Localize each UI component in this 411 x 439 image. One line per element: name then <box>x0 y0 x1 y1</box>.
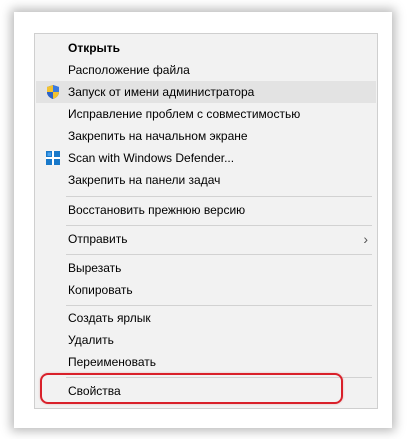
menu-item-label: Исправление проблем с совместимостью <box>68 107 301 121</box>
menu-item-file-location[interactable]: Расположение файла <box>36 59 376 81</box>
menu-item-compatibility-troubleshoot[interactable]: Исправление проблем с совместимостью <box>36 103 376 125</box>
menu-item-label: Переименовать <box>68 355 156 369</box>
menu-item-restore-previous-versions[interactable]: Восстановить прежнюю версию <box>36 199 376 221</box>
menu-separator <box>66 225 372 226</box>
windows-defender-icon <box>46 151 60 165</box>
menu-item-pin-to-taskbar[interactable]: Закрепить на панели задач <box>36 169 376 191</box>
menu-item-label: Расположение файла <box>68 63 190 77</box>
menu-item-label: Scan with Windows Defender... <box>68 151 235 165</box>
menu-item-label: Создать ярлык <box>68 311 151 325</box>
chevron-right-icon: › <box>363 231 368 247</box>
menu-item-run-as-admin[interactable]: Запуск от имени администратора <box>36 81 376 103</box>
menu-item-send-to[interactable]: Отправить › <box>36 228 376 250</box>
properties-highlight-annotation <box>40 373 343 404</box>
menu-item-delete[interactable]: Удалить <box>36 329 376 351</box>
menu-item-label: Запуск от имени администратора <box>68 85 255 99</box>
context-menu: Открыть Расположение файла Запуск от име… <box>34 33 378 409</box>
menu-item-scan-defender[interactable]: Scan with Windows Defender... <box>36 147 376 169</box>
menu-item-label: Открыть <box>68 41 121 55</box>
menu-item-label: Удалить <box>68 333 114 347</box>
menu-item-copy[interactable]: Копировать <box>36 279 376 301</box>
menu-item-open[interactable]: Открыть <box>36 37 376 59</box>
menu-item-cut[interactable]: Вырезать <box>36 257 376 279</box>
menu-item-label: Копировать <box>68 283 133 297</box>
menu-item-label: Вырезать <box>68 261 122 275</box>
menu-item-pin-to-start[interactable]: Закрепить на начальном экране <box>36 125 376 147</box>
menu-separator <box>66 196 372 197</box>
menu-item-label: Отправить <box>68 232 128 246</box>
menu-separator <box>66 254 372 255</box>
menu-item-rename[interactable]: Переименовать <box>36 351 376 373</box>
menu-item-label: Закрепить на панели задач <box>68 173 221 187</box>
menu-item-create-shortcut[interactable]: Создать ярлык <box>36 307 376 329</box>
uac-shield-icon <box>47 85 59 99</box>
menu-item-label: Восстановить прежнюю версию <box>68 203 246 217</box>
menu-separator <box>66 305 372 306</box>
menu-item-label: Закрепить на начальном экране <box>68 129 248 143</box>
